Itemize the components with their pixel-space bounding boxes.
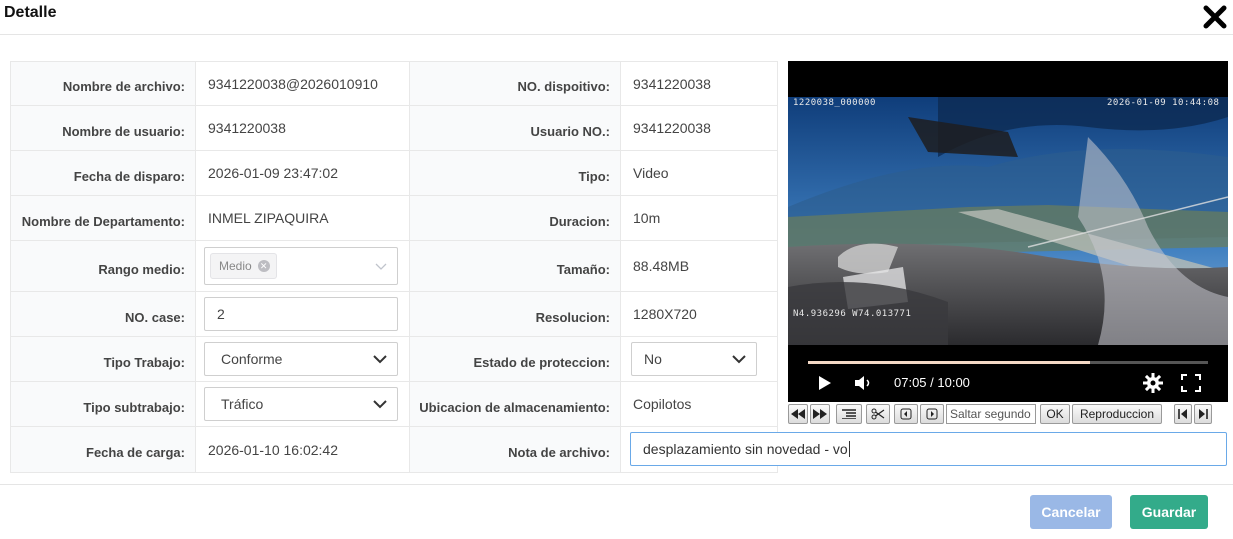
video-progress-fill: [808, 361, 1090, 364]
text-caret: [848, 441, 850, 457]
osd-timestamp: 2026-01-09 10:44:08: [1107, 98, 1220, 108]
medium-range-cell: Medio ✕: [195, 240, 410, 292]
next-frame-button[interactable]: [920, 404, 944, 424]
osd-coordinates: N4.936296 W74.013771: [793, 309, 912, 319]
list-button[interactable]: [836, 404, 862, 424]
case-no-input[interactable]: 2: [204, 297, 398, 331]
chevron-down-icon: [373, 400, 387, 409]
case-no-cell: 2: [195, 291, 410, 337]
cut-button[interactable]: [866, 404, 890, 424]
dialog-header: Detalle: [0, 0, 1233, 35]
label-work-subtype: Tipo subtrabajo:: [10, 381, 196, 427]
label-case-no: NO. case:: [10, 291, 196, 337]
label-resolution: Resolucion:: [409, 291, 621, 337]
medium-range-select[interactable]: Medio ✕: [204, 247, 398, 285]
value-upload-date: 2026-01-10 16:02:42: [195, 426, 410, 473]
fast-forward-icon: [813, 409, 827, 419]
tag-remove-icon[interactable]: ✕: [257, 260, 270, 272]
value-size: 88.48MB: [620, 240, 778, 292]
value-device-no: 9341220038: [620, 61, 778, 106]
chevron-down-icon: [375, 263, 387, 270]
seek-ok-button[interactable]: OK: [1040, 404, 1070, 424]
label-duration: Duracion:: [409, 195, 621, 241]
value-user-name: 9341220038: [195, 105, 410, 151]
osd-channel: 1220038_000000: [793, 98, 876, 108]
chevron-down-icon: [373, 355, 387, 364]
close-icon[interactable]: [1201, 3, 1229, 31]
protection-state-select[interactable]: No: [631, 342, 757, 376]
footer-divider: [0, 484, 1233, 485]
rewind-icon: [791, 409, 805, 419]
protection-state-value: No: [644, 351, 662, 367]
skip-start-icon: [1178, 409, 1187, 419]
video-player[interactable]: 1220038_000000 2026-01-09 10:44:08 N4.93…: [788, 61, 1228, 402]
label-file-note: Nota de archivo:: [409, 426, 621, 473]
work-subtype-cell: Tráfico: [195, 381, 410, 427]
label-storage-location: Ubicacion de almacenamiento:: [409, 381, 621, 427]
skip-end-icon: [1199, 409, 1208, 419]
seek-seconds-placeholder: Saltar segundo: [950, 407, 1031, 421]
label-device-no: NO. dispoitivo:: [409, 61, 621, 106]
fast-forward-button[interactable]: [810, 404, 830, 424]
volume-icon[interactable]: [854, 374, 874, 392]
work-subtype-select[interactable]: Tráfico: [204, 387, 398, 421]
value-trigger-date: 2026-01-09 23:47:02: [195, 150, 410, 196]
video-time: 07:05 / 10:00: [894, 375, 970, 390]
label-work-type: Tipo Trabajo:: [10, 336, 196, 382]
work-type-cell: Conforme: [195, 336, 410, 382]
file-note-input[interactable]: desplazamiento sin novedad - vo: [630, 432, 1227, 466]
prev-frame-button[interactable]: [894, 404, 918, 424]
settings-gear-icon[interactable]: [1143, 373, 1163, 393]
seek-seconds-input[interactable]: Saltar segundo: [946, 404, 1036, 424]
fullscreen-icon[interactable]: [1181, 374, 1201, 392]
value-user-no: 9341220038: [620, 105, 778, 151]
work-type-select[interactable]: Conforme: [204, 342, 398, 376]
player-toolbar: Saltar segundo OK Reproduccion: [788, 403, 1228, 425]
playback-button[interactable]: Reproduccion: [1072, 404, 1162, 424]
label-trigger-date: Fecha de disparo:: [10, 150, 196, 196]
label-upload-date: Fecha de carga:: [10, 426, 196, 473]
label-protection-state: Estado de proteccion:: [409, 336, 621, 382]
rewind-button[interactable]: [788, 404, 808, 424]
value-duration: 10m: [620, 195, 778, 241]
list-icon: [842, 409, 856, 419]
label-medium-range: Rango medio:: [10, 240, 196, 292]
case-no-value: 2: [217, 306, 225, 322]
protection-state-cell: No: [620, 336, 778, 382]
save-button[interactable]: Guardar: [1130, 495, 1208, 529]
value-storage-location: Copilotos: [620, 381, 778, 427]
label-type: Tipo:: [409, 150, 621, 196]
video-frame: [788, 97, 1228, 345]
label-department: Nombre de Departamento:: [10, 195, 196, 241]
chevron-down-icon: [732, 355, 746, 364]
medium-range-tag-label: Medio: [219, 259, 252, 273]
scissors-icon: [871, 408, 885, 420]
detail-table: Nombre de archivo: 9341220038@2026010910…: [10, 61, 778, 473]
label-user-name: Nombre de usuario:: [10, 105, 196, 151]
play-icon[interactable]: [818, 375, 832, 391]
label-file-name: Nombre de archivo:: [10, 61, 196, 106]
value-type: Video: [620, 150, 778, 196]
value-department: INMEL ZIPAQUIRA: [195, 195, 410, 241]
video-progress-bar[interactable]: [808, 361, 1208, 364]
file-note-value: desplazamiento sin novedad - vo: [643, 441, 848, 457]
value-resolution: 1280X720: [620, 291, 778, 337]
prev-frame-icon: [900, 408, 912, 420]
last-button[interactable]: [1194, 404, 1212, 424]
medium-range-tag: Medio ✕: [210, 253, 277, 279]
label-user-no: Usuario NO.:: [409, 105, 621, 151]
dialog-title: Detalle: [4, 4, 57, 21]
label-size: Tamaño:: [409, 240, 621, 292]
work-type-value: Conforme: [221, 351, 283, 367]
value-file-name: 9341220038@2026010910: [195, 61, 410, 106]
cancel-button[interactable]: Cancelar: [1030, 495, 1112, 529]
next-frame-icon: [926, 408, 938, 420]
first-button[interactable]: [1174, 404, 1192, 424]
work-subtype-value: Tráfico: [221, 396, 264, 412]
